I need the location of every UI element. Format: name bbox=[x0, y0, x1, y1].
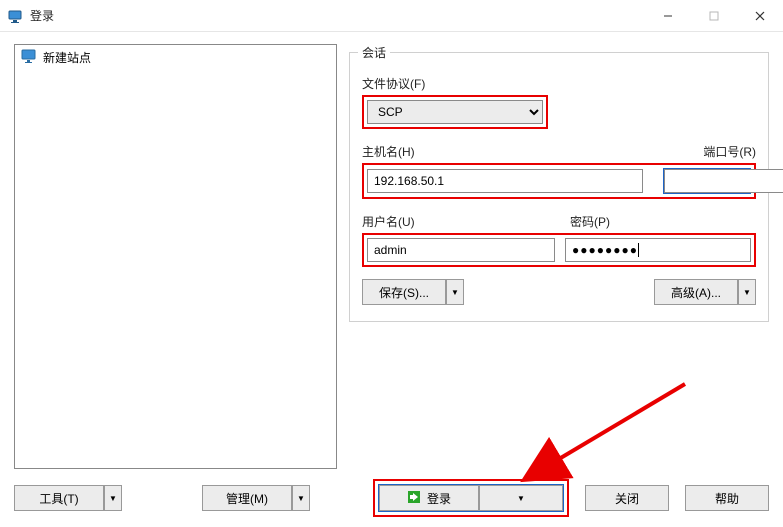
site-list[interactable]: 新建站点 bbox=[14, 44, 337, 469]
password-value: ●●●●●●●● bbox=[572, 243, 638, 257]
close-window-button[interactable] bbox=[737, 0, 783, 32]
login-button-label: 登录 bbox=[427, 490, 451, 507]
protocol-label: 文件协议(F) bbox=[362, 75, 756, 92]
advanced-dropdown-button[interactable]: ▼ bbox=[738, 279, 756, 305]
password-input[interactable]: ●●●●●●●● bbox=[565, 238, 751, 262]
chevron-down-icon: ▼ bbox=[109, 494, 117, 503]
bottom-bar: 工具(T) ▼ 管理(M) ▼ bbox=[14, 469, 769, 517]
window-title: 登录 bbox=[30, 7, 54, 24]
app-icon bbox=[8, 8, 24, 24]
manage-dropdown-button[interactable]: ▼ bbox=[292, 485, 310, 511]
close-button[interactable]: 关闭 bbox=[585, 485, 669, 511]
session-group: 会话 文件协议(F) SCP 主机名(H) 端口号(R) bbox=[349, 52, 769, 322]
save-button-group: 保存(S)... ▼ bbox=[362, 279, 464, 305]
host-label: 主机名(H) bbox=[362, 143, 415, 160]
tools-dropdown-button[interactable]: ▼ bbox=[104, 485, 122, 511]
host-input[interactable] bbox=[367, 169, 643, 193]
tools-button[interactable]: 工具(T) bbox=[14, 485, 104, 511]
site-item-new[interactable]: 新建站点 bbox=[15, 45, 336, 70]
manage-button[interactable]: 管理(M) bbox=[202, 485, 292, 511]
help-button[interactable]: 帮助 bbox=[685, 485, 769, 511]
save-dropdown-button[interactable]: ▼ bbox=[446, 279, 464, 305]
session-legend: 会话 bbox=[358, 44, 390, 61]
titlebar: 登录 bbox=[0, 0, 783, 32]
advanced-button[interactable]: 高级(A)... bbox=[654, 279, 738, 305]
chevron-down-icon: ▼ bbox=[451, 288, 459, 297]
site-item-label: 新建站点 bbox=[43, 49, 91, 66]
protocol-select[interactable]: SCP bbox=[367, 100, 543, 124]
save-button[interactable]: 保存(S)... bbox=[362, 279, 446, 305]
login-dropdown-button[interactable]: ▼ bbox=[479, 485, 563, 511]
monitor-icon bbox=[21, 48, 37, 67]
login-icon bbox=[407, 490, 421, 507]
manage-button-group: 管理(M) ▼ bbox=[202, 485, 310, 511]
login-button[interactable]: 登录 bbox=[379, 485, 479, 511]
tools-button-group: 工具(T) ▼ bbox=[14, 485, 122, 511]
username-input[interactable] bbox=[367, 238, 555, 262]
password-label: 密码(P) bbox=[570, 213, 610, 230]
minimize-button[interactable] bbox=[645, 0, 691, 32]
port-label: 端口号(R) bbox=[703, 143, 756, 160]
port-input[interactable] bbox=[664, 169, 783, 193]
advanced-button-group: 高级(A)... ▼ bbox=[654, 279, 756, 305]
text-caret bbox=[638, 243, 639, 257]
maximize-button[interactable] bbox=[691, 0, 737, 32]
chevron-down-icon: ▼ bbox=[297, 494, 305, 503]
username-label: 用户名(U) bbox=[362, 213, 558, 230]
chevron-down-icon: ▼ bbox=[517, 494, 525, 503]
chevron-down-icon: ▼ bbox=[743, 288, 751, 297]
